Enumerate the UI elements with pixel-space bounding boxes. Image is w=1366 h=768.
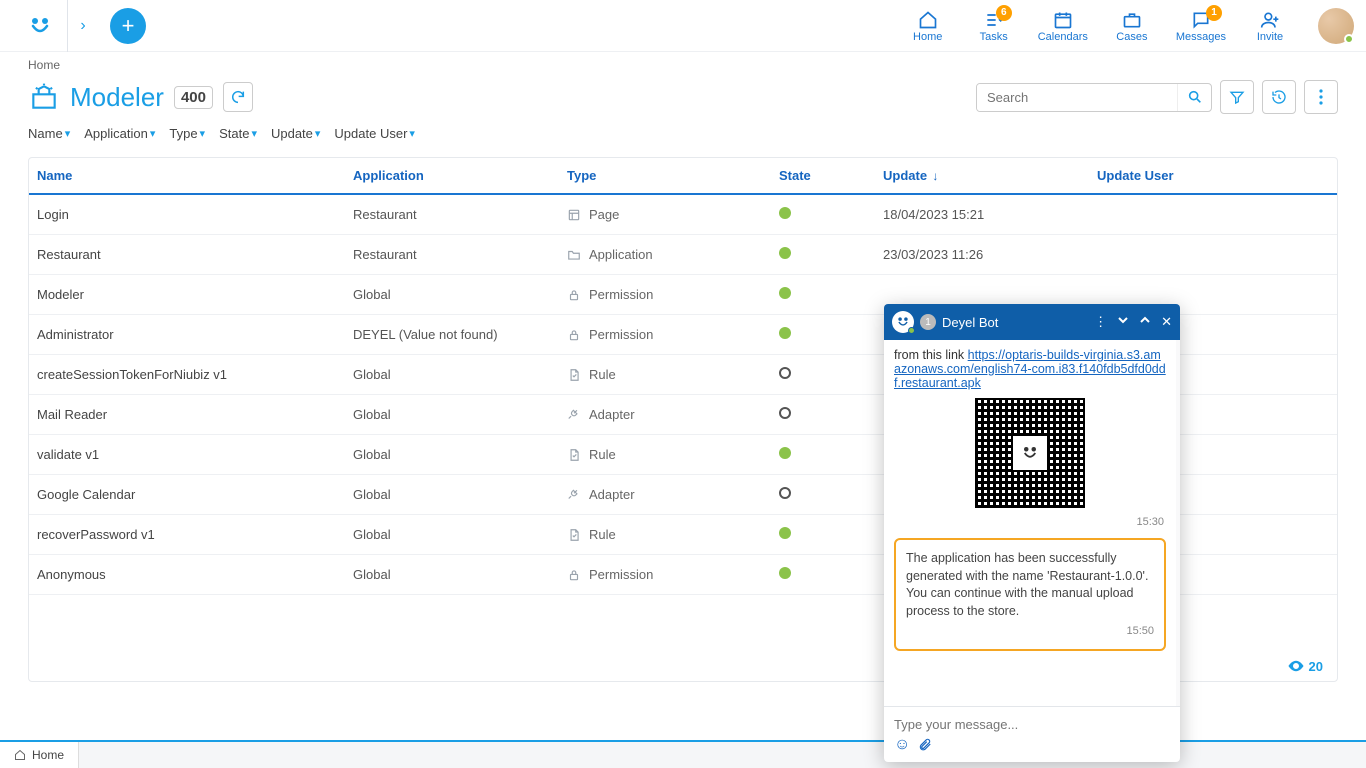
page-icon — [567, 208, 583, 222]
col-type[interactable]: Type — [567, 168, 779, 183]
expand-sidebar[interactable]: › — [68, 17, 98, 35]
state-indicator — [779, 207, 791, 219]
modeler-icon — [28, 81, 60, 113]
sort-desc-icon: ↓ — [929, 169, 938, 183]
history-button[interactable] — [1262, 80, 1296, 114]
chat-title: Deyel Bot — [942, 315, 998, 330]
nav-calendars[interactable]: Calendars — [1038, 9, 1088, 43]
lock-icon — [567, 288, 583, 302]
filter-state[interactable]: State▾ — [219, 126, 257, 141]
filter-application[interactable]: Application▾ — [84, 126, 155, 141]
messages-badge: 1 — [1206, 5, 1222, 21]
chat-close[interactable]: ✕ — [1161, 314, 1172, 330]
col-update-user[interactable]: Update User — [1097, 168, 1329, 183]
chat-min[interactable] — [1117, 314, 1129, 330]
chat-timestamp: 15:50 — [906, 624, 1154, 639]
count-badge: 400 — [174, 86, 213, 109]
breadcrumb[interactable]: Home — [0, 52, 1366, 78]
table-row[interactable]: LoginRestaurantPage18/04/2023 15:21 — [29, 195, 1337, 235]
refresh-button[interactable] — [223, 82, 253, 112]
nav-label: Messages — [1176, 31, 1226, 43]
app-logo[interactable] — [12, 0, 68, 52]
nav-label: Home — [913, 31, 942, 43]
frog-icon — [1019, 442, 1041, 464]
folder-icon — [567, 248, 583, 262]
filter-button[interactable] — [1220, 80, 1254, 114]
col-update[interactable]: Update ↓ — [883, 168, 1097, 183]
search-button[interactable] — [1177, 84, 1211, 111]
rule-icon — [567, 528, 583, 542]
taskbar-home[interactable]: Home — [0, 742, 79, 768]
filter-update-user[interactable]: Update User▾ — [334, 126, 415, 141]
lock-icon — [567, 568, 583, 582]
qr-code — [975, 398, 1085, 508]
rule-icon — [567, 368, 583, 382]
visible-count: 20 — [1287, 657, 1323, 675]
page-title: Modeler — [70, 82, 164, 113]
state-indicator — [779, 247, 791, 259]
briefcase-icon — [1122, 9, 1142, 31]
chat-message: from this link https://optaris-builds-vi… — [894, 348, 1166, 390]
nav-label: Tasks — [980, 31, 1008, 43]
nav-tasks[interactable]: 6 Tasks — [972, 9, 1016, 43]
state-indicator — [779, 407, 791, 419]
table-row[interactable]: RestaurantRestaurantApplication23/03/202… — [29, 235, 1337, 275]
frog-icon — [28, 14, 52, 38]
col-state[interactable]: State — [779, 168, 883, 183]
user-avatar[interactable] — [1318, 8, 1354, 44]
lock-icon — [567, 328, 583, 342]
state-indicator — [779, 447, 791, 459]
nav-messages[interactable]: 1 Messages — [1176, 9, 1226, 43]
nav-home[interactable]: Home — [906, 9, 950, 43]
home-icon — [14, 749, 26, 761]
chat-widget: 1 Deyel Bot ⋮ ✕ from this link https://o… — [884, 304, 1180, 762]
tasks-badge: 6 — [996, 5, 1012, 21]
chat-highlight-message: The application has been successfully ge… — [894, 538, 1166, 651]
state-indicator — [779, 527, 791, 539]
filter-name[interactable]: Name▾ — [28, 126, 70, 141]
nav-label: Cases — [1116, 31, 1147, 43]
plus-icon: + — [122, 13, 135, 39]
create-button[interactable]: + — [110, 8, 146, 44]
state-indicator — [779, 567, 791, 579]
nav-cases[interactable]: Cases — [1110, 9, 1154, 43]
chat-expand[interactable] — [1139, 314, 1151, 330]
presence-dot — [1344, 34, 1354, 44]
rule-icon — [567, 448, 583, 462]
col-name[interactable]: Name — [37, 168, 353, 183]
emoji-button[interactable]: ☺ — [894, 736, 910, 754]
state-indicator — [779, 287, 791, 299]
search-input[interactable] — [977, 84, 1177, 111]
more-button[interactable] — [1304, 80, 1338, 114]
adapter-icon — [567, 408, 583, 422]
attach-button[interactable] — [918, 736, 932, 754]
home-icon — [918, 9, 938, 31]
nav-label: Calendars — [1038, 31, 1088, 43]
invite-icon — [1260, 9, 1280, 31]
calendar-icon — [1053, 9, 1073, 31]
state-indicator — [779, 327, 791, 339]
eye-icon — [1287, 657, 1305, 675]
nav-invite[interactable]: Invite — [1248, 9, 1292, 43]
bot-avatar — [892, 311, 914, 333]
filter-update[interactable]: Update▾ — [271, 126, 320, 141]
col-application[interactable]: Application — [353, 168, 567, 183]
adapter-icon — [567, 488, 583, 502]
chat-menu[interactable]: ⋮ — [1094, 314, 1107, 330]
chat-unread-badge: 1 — [920, 314, 936, 330]
state-indicator — [779, 487, 791, 499]
chat-input[interactable] — [894, 713, 1170, 736]
nav-label: Invite — [1257, 31, 1283, 43]
filter-type[interactable]: Type▾ — [169, 126, 205, 141]
chat-timestamp: 15:30 — [896, 516, 1164, 528]
state-indicator — [779, 367, 791, 379]
